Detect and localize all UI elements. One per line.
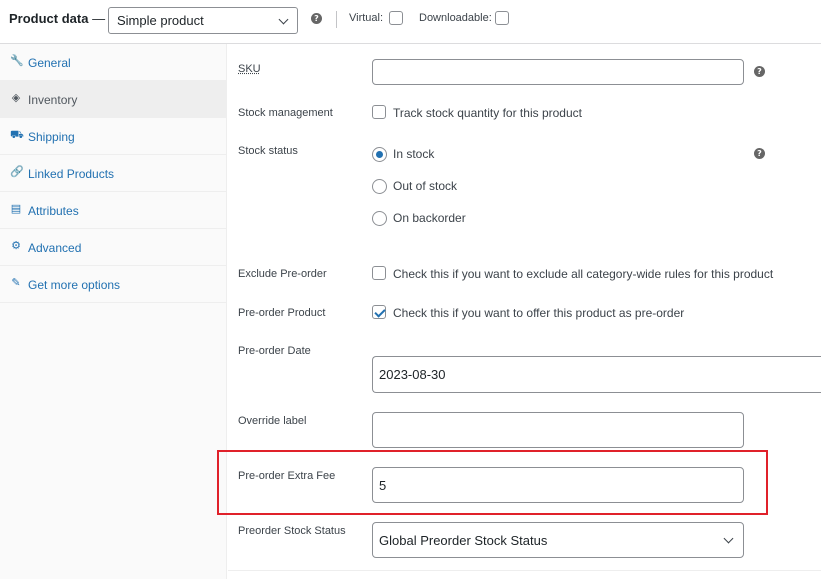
tab-get-more-options[interactable]: ✎ Get more options: [0, 266, 227, 303]
product-data-title-text: Product data: [9, 11, 89, 26]
tag-icon: ◈: [11, 91, 21, 104]
override-label-input[interactable]: [372, 412, 744, 448]
stock-status-option: On backorder: [393, 211, 466, 225]
stock-management-text: Track stock quantity for this product: [393, 106, 582, 120]
stock-status-radio-out-of-stock[interactable]: [372, 179, 387, 194]
list-icon: ▤: [10, 202, 22, 215]
preorder-stock-status-value: Global Preorder Stock Status: [379, 533, 548, 548]
tab-label: Attributes: [28, 204, 79, 218]
header-divider: [336, 11, 337, 28]
chevron-down-icon: [723, 533, 734, 544]
downloadable-checkbox[interactable]: [495, 11, 509, 25]
plugin-icon: ✎: [11, 276, 21, 289]
help-icon[interactable]: ?: [311, 13, 322, 24]
product-data-header: Product data — Simple product ? Virtual:…: [0, 0, 821, 44]
downloadable-label: Downloadable:: [419, 12, 492, 24]
help-icon[interactable]: ?: [754, 148, 765, 159]
exclude-preorder-label: Exclude Pre-order: [238, 268, 327, 280]
tab-linked-products[interactable]: 🔗 Linked Products: [0, 155, 227, 192]
tab-label: General: [28, 56, 71, 70]
preorder-date-input[interactable]: 2023-08-30: [372, 356, 821, 393]
wrench-icon: 🔧: [10, 54, 24, 67]
tab-label: Shipping: [28, 130, 75, 144]
stock-status-radio-in-stock[interactable]: [372, 147, 387, 162]
override-label-label: Override label: [238, 415, 307, 427]
preorder-product-label: Pre-order Product: [238, 307, 326, 319]
panel-divider: [228, 570, 821, 571]
preorder-extra-fee-input[interactable]: 5: [372, 467, 744, 503]
virtual-label: Virtual:: [349, 12, 384, 24]
stock-status-option: Out of stock: [393, 179, 458, 193]
title-dash: —: [88, 11, 106, 26]
tab-label: Inventory: [28, 93, 78, 107]
sku-input[interactable]: [372, 59, 744, 85]
preorder-stock-status-label: Preorder Stock Status: [238, 525, 346, 537]
tab-label: Get more options: [28, 278, 121, 292]
preorder-product-text: Check this if you want to offer this pro…: [393, 306, 685, 320]
product-data-title: Product data —: [9, 11, 105, 26]
chevron-down-icon: [278, 14, 289, 25]
stock-management-checkbox[interactable]: [372, 105, 386, 119]
tab-attributes[interactable]: ▤ Attributes: [0, 192, 227, 229]
sku-label: SKU: [238, 63, 261, 75]
tab-inventory[interactable]: ◈ Inventory: [0, 81, 227, 118]
product-type-select[interactable]: Simple product: [108, 7, 298, 34]
stock-management-label: Stock management: [238, 107, 333, 119]
tab-label: Advanced: [28, 241, 82, 255]
preorder-stock-status-select[interactable]: Global Preorder Stock Status: [372, 522, 744, 558]
stock-status-label: Stock status: [238, 145, 298, 157]
virtual-checkbox[interactable]: [389, 11, 403, 25]
exclude-preorder-text: Check this if you want to exclude all ca…: [393, 267, 774, 281]
preorder-date-label: Pre-order Date: [238, 345, 311, 357]
tab-shipping[interactable]: ⛟ Shipping: [0, 118, 227, 155]
preorder-product-checkbox[interactable]: [372, 305, 386, 319]
gear-icon: ⚙: [11, 239, 21, 252]
preorder-extra-fee-label: Pre-order Extra Fee: [238, 470, 336, 482]
tab-advanced[interactable]: ⚙ Advanced: [0, 229, 227, 266]
stock-status-radio-on-backorder[interactable]: [372, 211, 387, 226]
product-type-value: Simple product: [117, 13, 204, 28]
stock-status-option: In stock: [393, 147, 435, 161]
tab-label: Linked Products: [28, 167, 115, 181]
exclude-preorder-checkbox[interactable]: [372, 266, 386, 280]
link-icon: 🔗: [10, 165, 24, 178]
tab-general[interactable]: 🔧 General: [0, 44, 227, 81]
help-icon[interactable]: ?: [754, 66, 765, 77]
truck-icon: ⛟: [10, 128, 24, 141]
